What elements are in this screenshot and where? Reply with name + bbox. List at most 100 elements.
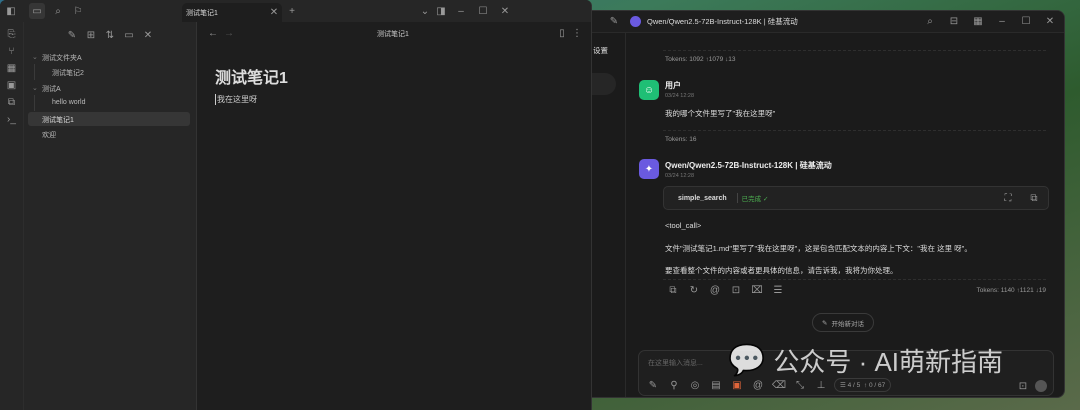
watermark-text: 公众号 · AI萌新指南 [773, 347, 1004, 377]
model-line-2: 文件"测试笔记1.md"里写了"我在这里呀"，这是包含匹配文本的内容上下文："我… [665, 244, 972, 253]
chat-titlebar: ✎ Qwen/Qwen2.5-72B-Instruct-128K | 硅基流动 … [561, 11, 1064, 33]
back-icon[interactable]: ← [205, 25, 221, 41]
search-icon[interactable]: ⌕ [922, 14, 938, 30]
context-icon[interactable]: ⊥ [813, 377, 829, 393]
close-icon[interactable]: ✕ [1042, 14, 1058, 30]
web-search-icon[interactable]: ◎ [687, 377, 703, 393]
forward-icon[interactable]: → [221, 25, 237, 41]
user-time: 03/24 12:28 [665, 93, 695, 99]
note-header-title[interactable]: 测试笔记1 [377, 29, 409, 39]
translate-icon[interactable]: ⊡ [728, 282, 744, 298]
file-explorer: ✎ ⊞ ⇅ ▭ ✕ ⌄ 测试文件夹A 测试笔记2 ⌄ 测试A hello wor… [24, 22, 197, 410]
user-message: 我的哪个文件里写了"我在这里呀" [665, 109, 776, 118]
collapse-all-icon[interactable]: ✕ [140, 27, 156, 43]
close-tab-icon[interactable]: ✕ [266, 5, 282, 21]
folder-item[interactable]: 测试文件夹A [42, 53, 82, 63]
right-sidebar-icon[interactable]: ◨ [433, 3, 449, 19]
model-avatar: ✦ [639, 159, 659, 179]
user-name: 用户 [665, 81, 681, 90]
settings-label[interactable]: 设置 [593, 45, 608, 56]
model-name: Qwen/Qwen2.5-72B-Instruct-128K | 硅基流动 [665, 161, 832, 170]
tokens-top: Tokens: 1092 ↑1079 ↓13 [665, 56, 736, 63]
tool-call-card[interactable]: simple_search 已完成 ✓ ⛶ ⧉ [663, 186, 1049, 210]
model-line-1: <tool_call> [665, 221, 702, 230]
clear-icon[interactable]: ⌫ [771, 377, 787, 393]
mcp-icon[interactable]: ▣ [729, 377, 745, 393]
more-options-icon[interactable]: ⋮ [569, 25, 585, 41]
note-title[interactable]: 测试笔记1 [215, 64, 288, 88]
sort-icon[interactable]: ⇅ [102, 27, 118, 43]
tab-note[interactable]: 测试笔记1 ✕ [182, 3, 282, 22]
canvas-icon[interactable]: ▦ [4, 60, 20, 76]
new-topic-icon[interactable]: ✎ [645, 377, 661, 393]
send-button[interactable] [1035, 380, 1047, 392]
terminal-icon[interactable]: ›_ [4, 111, 20, 127]
folder-item[interactable]: 测试A [42, 84, 61, 94]
watermark: 💬 公众号 · AI萌新指南 [728, 342, 1003, 379]
auto-reveal-icon[interactable]: ▭ [121, 27, 137, 43]
input-toolbar: ✎ ⚲ ◎ ▤ ▣ @ ⌫ ⤡ ⊥ ☰ 4 / 5 ↑ 0 / 67 [645, 377, 892, 393]
graph-icon[interactable]: ⑂ [4, 43, 20, 59]
chevron-down-icon: ⌄ [32, 54, 38, 61]
tab-list-icon[interactable]: ⌄ [417, 3, 433, 19]
menu-icon[interactable]: ☰ [770, 282, 786, 298]
explorer-toolbar: ✎ ⊞ ⇅ ▭ ✕ [64, 27, 156, 43]
mention-icon[interactable]: @ [750, 377, 766, 393]
model-line-3: 要查看整个文件的内容或者更具体的信息，请告诉我，我将为你处理。 [665, 266, 898, 275]
file-item[interactable]: 测试笔记2 [52, 68, 84, 78]
ribbon: ⎘ ⑂ ▦ ▣ ⧉ ›_ [0, 22, 24, 410]
model-tokens: Tokens: 1140 ↑1121 ↓19 [976, 287, 1046, 294]
bookmark-icon[interactable]: ⚐ [70, 3, 86, 19]
knowledge-icon[interactable]: ▤ [708, 377, 724, 393]
new-tab-icon[interactable]: + [284, 3, 300, 19]
editor: ← → 测试笔记1 ▯ ⋮ 测试笔记1 我在这里呀 [197, 22, 591, 410]
file-item[interactable]: hello world [52, 99, 85, 106]
file-item[interactable]: 欢迎 [42, 130, 56, 140]
model-logo-icon [630, 16, 641, 27]
copy-icon[interactable]: ⧉ [665, 282, 681, 298]
new-folder-icon[interactable]: ⊞ [83, 27, 99, 43]
tool-status: 已完成 ✓ [736, 193, 768, 203]
message-input-placeholder[interactable]: 在这里输入消息... [648, 358, 703, 368]
note-body[interactable]: 我在这里呀 [215, 94, 257, 105]
delete-icon[interactable]: ⌧ [749, 282, 765, 298]
wechat-icon: 💬 [728, 344, 766, 377]
translate-icon[interactable]: ⊡ [1015, 378, 1031, 394]
obsidian-titlebar: ◧ ▭ ⌕ ⚐ 测试笔记1 ✕ + ⌄ ◨ – ☐ ✕ [0, 0, 591, 22]
reading-view-icon[interactable]: ▯ [554, 25, 570, 41]
calendar-icon[interactable]: ▣ [4, 77, 20, 93]
files-icon[interactable]: ▭ [29, 3, 45, 19]
tool-name: simple_search [678, 194, 727, 202]
new-chat-button[interactable]: ✎ 开始新对话 [812, 313, 874, 332]
chat-window: ✎ Qwen/Qwen2.5-72B-Instruct-128K | 硅基流动 … [560, 10, 1065, 398]
tab-title: 测试笔记1 [186, 9, 218, 17]
new-note-icon[interactable]: ✎ [64, 27, 80, 43]
new-chat-label: 开始新对话 [831, 320, 864, 328]
user-avatar: ☺ [639, 80, 659, 100]
fit-icon[interactable]: ⊟ [946, 14, 962, 30]
obsidian-window: ◧ ▭ ⌕ ⚐ 测试笔记1 ✕ + ⌄ ◨ – ☐ ✕ ⎘ ⑂ ▦ ▣ ⧉ ›_… [0, 0, 592, 410]
minimize-icon[interactable]: – [453, 3, 469, 19]
maximize-icon[interactable]: ☐ [475, 3, 491, 19]
minimize-icon[interactable]: – [994, 14, 1010, 30]
chevron-down-icon: ⌄ [32, 85, 38, 92]
layout-icon[interactable]: ▦ [970, 14, 986, 30]
expand-icon[interactable]: ⛶ [1000, 190, 1016, 206]
regenerate-icon[interactable]: ↻ [686, 282, 702, 298]
search-icon[interactable]: ⌕ [50, 3, 66, 19]
user-tokens: Tokens: 16 [665, 136, 697, 143]
edit-icon: ✎ [822, 319, 828, 327]
close-icon[interactable]: ✕ [497, 3, 513, 19]
open-switcher-icon[interactable]: ⎘ [4, 26, 20, 42]
templates-icon[interactable]: ⧉ [4, 94, 20, 110]
file-item-active[interactable]: 测试笔记1 [42, 115, 74, 125]
sidebar-toggle-icon[interactable]: ◧ [3, 3, 19, 19]
copy-icon[interactable]: ⧉ [1026, 190, 1042, 206]
maximize-icon[interactable]: ☐ [1018, 14, 1034, 30]
collapse-icon[interactable]: ⤡ [792, 377, 808, 393]
attach-icon[interactable]: ⚲ [666, 377, 682, 393]
edit-icon[interactable]: ✎ [606, 14, 622, 30]
token-counter: ☰ 4 / 5 ↑ 0 / 67 [834, 378, 892, 392]
model-time: 03/24 12:28 [665, 173, 695, 179]
mention-icon[interactable]: @ [707, 282, 723, 298]
